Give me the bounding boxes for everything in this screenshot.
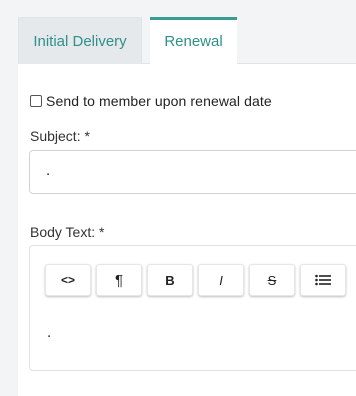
subject-label: Subject: *: [30, 128, 90, 144]
tab-bar: Initial Delivery Renewal: [18, 0, 356, 64]
body-text-editor[interactable]: <> ¶ B I S .: [29, 245, 356, 371]
paragraph-button[interactable]: ¶: [96, 264, 142, 296]
tab-initial-delivery[interactable]: Initial Delivery: [18, 17, 142, 64]
body-text-content[interactable]: .: [47, 324, 51, 341]
bold-icon: B: [165, 272, 175, 288]
italic-icon: I: [219, 272, 223, 288]
bold-button[interactable]: B: [147, 264, 193, 296]
send-on-renewal-row: Send to member upon renewal date: [30, 93, 272, 109]
strikethrough-button[interactable]: S: [249, 264, 295, 296]
subject-input[interactable]: .: [29, 150, 356, 194]
tab-renewal[interactable]: Renewal: [150, 17, 237, 64]
strikethrough-icon: S: [267, 272, 277, 288]
code-view-button[interactable]: <>: [45, 264, 91, 296]
send-on-renewal-checkbox[interactable]: [30, 95, 42, 107]
renewal-panel: Send to member upon renewal date Subject…: [18, 64, 356, 396]
italic-button[interactable]: I: [198, 264, 244, 296]
paragraph-icon: ¶: [114, 271, 124, 289]
bullet-list-button[interactable]: [300, 264, 346, 296]
code-icon: <>: [60, 273, 75, 287]
editor-toolbar: <> ¶ B I S: [45, 264, 346, 296]
send-on-renewal-label[interactable]: Send to member upon renewal date: [46, 93, 272, 109]
body-text-label: Body Text: *: [30, 224, 105, 240]
bullet-list-icon: [315, 274, 331, 286]
